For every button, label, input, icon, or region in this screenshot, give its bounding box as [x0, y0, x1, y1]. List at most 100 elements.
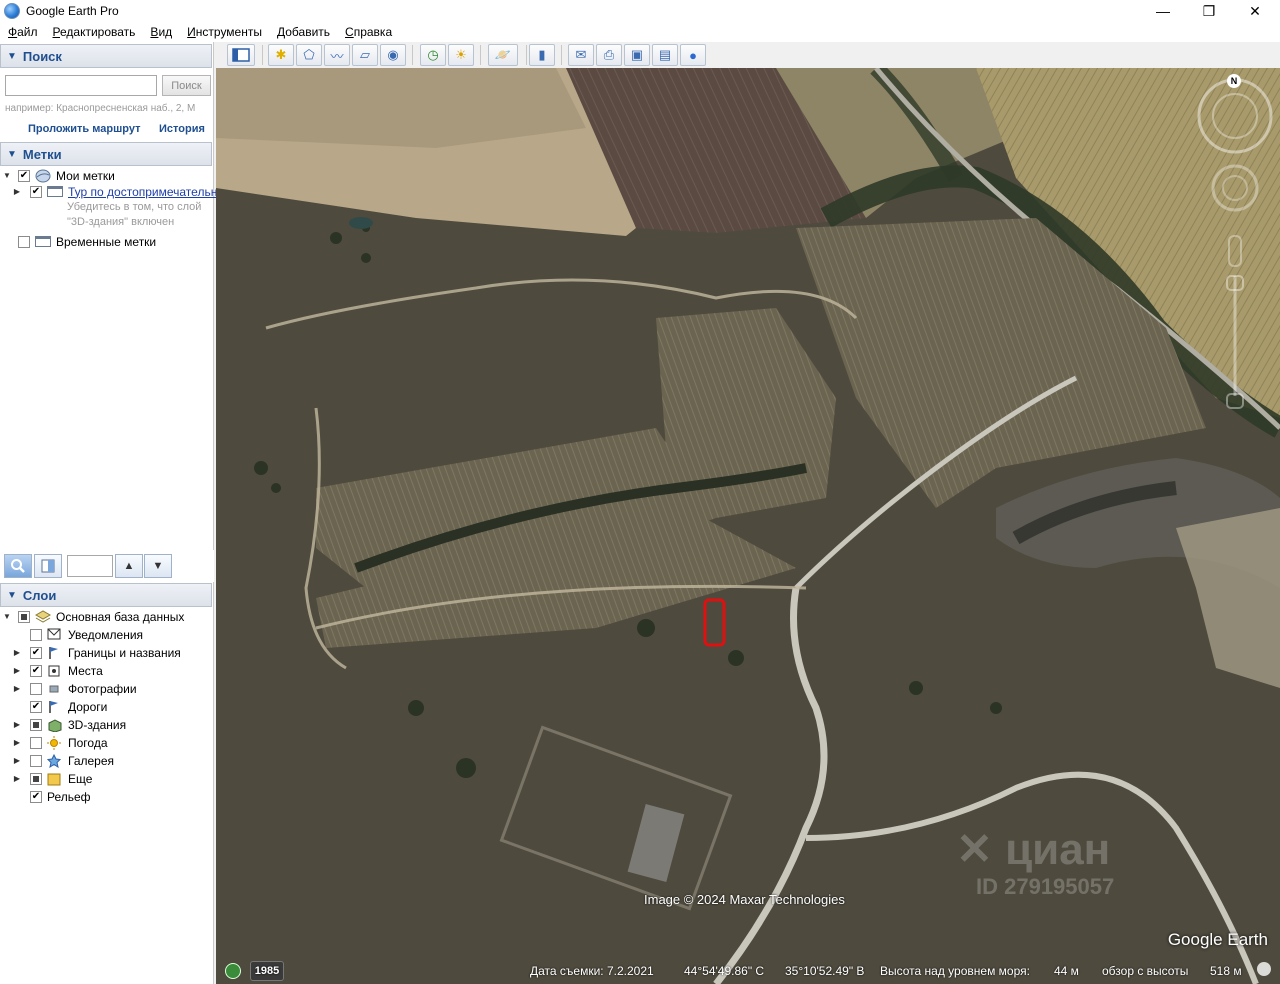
minimize-button[interactable]: — [1140, 0, 1186, 22]
checkbox[interactable] [18, 610, 30, 623]
window-title: Google Earth Pro [26, 4, 119, 18]
record-tour-button[interactable]: ◉ [380, 44, 406, 66]
save-image-button[interactable]: ▣ [624, 44, 650, 66]
checkbox[interactable]: ✔ [30, 185, 42, 198]
historical-imagery-button[interactable]: ◷ [420, 44, 446, 66]
expand-arrow-icon[interactable]: ▶ [12, 684, 22, 693]
capture-date: Дата съемки: 7.2.2021 [530, 964, 654, 978]
add-image-overlay-button[interactable]: ▱ [352, 44, 378, 66]
view-in-maps-button[interactable]: ● [680, 44, 706, 66]
expand-arrow-icon[interactable]: ▶ [12, 187, 22, 196]
watermark-logo: ✕ циан [956, 825, 1111, 874]
move-down-button[interactable]: ▼ [144, 554, 172, 578]
layer-item[interactable]: ▶ ✔ Места [12, 662, 103, 679]
add-path-button[interactable]: 〰 [324, 44, 350, 66]
layer-item[interactable]: Уведомления [12, 626, 143, 643]
tree-item-my-places[interactable]: ▼ ✔ Мои метки [2, 167, 115, 184]
sidebar-panel-icon [232, 48, 250, 62]
layer-item[interactable]: ▶ Галерея [12, 752, 114, 769]
tree-item-label: Временные метки [56, 234, 157, 249]
search-mode-button[interactable] [4, 554, 32, 578]
move-up-button[interactable]: ▲ [115, 554, 143, 578]
ruler-button[interactable]: ▮ [529, 44, 555, 66]
expand-arrow-icon[interactable]: ▶ [12, 738, 22, 747]
expand-arrow-icon[interactable]: ▶ [12, 756, 22, 765]
add-placemark-button[interactable]: ✱ [268, 44, 294, 66]
menu-edit[interactable]: Редактировать [45, 25, 143, 39]
tree-item-temporary-places[interactable]: Временные метки [2, 233, 156, 250]
print-button[interactable]: ⎙ [596, 44, 622, 66]
compass-north-label[interactable]: N [1227, 74, 1241, 88]
collapse-triangle-icon: ▼ [7, 148, 17, 160]
layer-item[interactable]: ▶ Фотографии [12, 680, 137, 697]
checkbox[interactable] [18, 235, 30, 248]
imagery-year-badge[interactable]: 1985 [250, 961, 284, 981]
menu-add[interactable]: Добавить [269, 25, 337, 39]
title-bar: Google Earth Pro — ❐ ✕ [0, 0, 1280, 22]
switch-planet-button[interactable]: 🪐 [488, 44, 518, 66]
collapse-arrow-icon[interactable]: ▼ [2, 171, 12, 180]
menu-file[interactable]: Файл [0, 25, 45, 39]
expand-arrow-icon[interactable]: ▶ [12, 648, 22, 657]
sidebar-toggle-button[interactable] [227, 44, 255, 66]
search-button[interactable]: Поиск [162, 75, 211, 96]
eye-altitude-label: обзор с высоты [1102, 964, 1189, 978]
checkbox[interactable] [30, 754, 42, 767]
expand-arrow-icon[interactable]: ▶ [12, 774, 22, 783]
checkbox[interactable]: ✔ [18, 169, 30, 182]
path-icon: 〰 [330, 48, 344, 64]
flag-icon [47, 646, 63, 660]
tour-link[interactable]: Тур по достопримечательн [68, 185, 217, 199]
tour-note: "3D-здания" включен [67, 216, 175, 228]
layers-panel-header[interactable]: ▼ Слои [0, 583, 212, 607]
clock-icon: ◷ [427, 47, 439, 62]
film-icon: ▤ [658, 47, 672, 62]
image-overlay-icon: ▱ [360, 47, 370, 62]
layer-item[interactable]: ▶ Погода [12, 734, 108, 751]
layer-item[interactable]: ▶ Еще [12, 770, 93, 787]
menu-help[interactable]: Справка [337, 25, 399, 39]
checkbox[interactable]: ✔ [30, 790, 42, 803]
checkbox[interactable]: ✔ [30, 700, 42, 713]
tree-item-label: Рельеф [47, 789, 91, 804]
get-directions-link[interactable]: Проложить маршрут [28, 123, 140, 135]
search-hint: например: Краснопресненская наб., 2, М [5, 103, 196, 114]
checkbox[interactable] [30, 772, 42, 785]
layer-item[interactable]: ▶ 3D-здания [12, 716, 126, 733]
checkbox[interactable] [30, 682, 42, 695]
sunlight-button[interactable]: ☀ [448, 44, 474, 66]
menu-view[interactable]: Вид [142, 25, 179, 39]
search-panel-header[interactable]: ▼ Поиск [0, 44, 212, 68]
history-link[interactable]: История [159, 123, 205, 135]
historical-imagery-clock-icon[interactable] [225, 963, 241, 979]
arrow-up-icon: ▲ [123, 560, 135, 572]
panel-field[interactable] [67, 555, 113, 577]
tree-item-terrain[interactable]: ✔ Рельеф [12, 788, 91, 805]
places-panel-header[interactable]: ▼ Метки [0, 142, 212, 166]
expand-arrow-icon[interactable]: ▶ [12, 720, 22, 729]
layer-item[interactable]: ✔ Дороги [12, 698, 107, 715]
search-input[interactable] [5, 75, 157, 96]
checkbox[interactable]: ✔ [30, 664, 42, 677]
close-button[interactable]: ✕ [1232, 0, 1278, 22]
tree-item-primary-database[interactable]: ▼ Основная база данных [2, 608, 184, 625]
checkbox[interactable] [30, 628, 42, 641]
layer-item-label: Галерея [68, 753, 115, 768]
layer-item-label: Погода [68, 735, 108, 750]
checkbox[interactable]: ✔ [30, 646, 42, 659]
checkbox[interactable] [30, 736, 42, 749]
email-button[interactable]: ✉ [568, 44, 594, 66]
tour-note: Убедитесь в том, что слой [67, 201, 202, 213]
tree-item-tour[interactable]: ▶ ✔ Тур по достопримечательн [12, 183, 217, 200]
nav-compass-icon[interactable] [1197, 76, 1277, 416]
collapse-arrow-icon[interactable]: ▼ [2, 612, 12, 621]
expand-arrow-icon[interactable]: ▶ [12, 666, 22, 675]
panel-toggle-button[interactable] [34, 554, 62, 578]
layer-item[interactable]: ▶ ✔ Границы и названия [12, 644, 181, 661]
menu-tools[interactable]: Инструменты [179, 25, 269, 39]
add-polygon-button[interactable]: ⬠ [296, 44, 322, 66]
checkbox[interactable] [30, 718, 42, 731]
maximize-button[interactable]: ❐ [1186, 0, 1232, 22]
movie-maker-button[interactable]: ▤ [652, 44, 678, 66]
map-view[interactable]: N ✕ циан ID 279195057 Image © 2024 Maxar… [216, 68, 1280, 984]
